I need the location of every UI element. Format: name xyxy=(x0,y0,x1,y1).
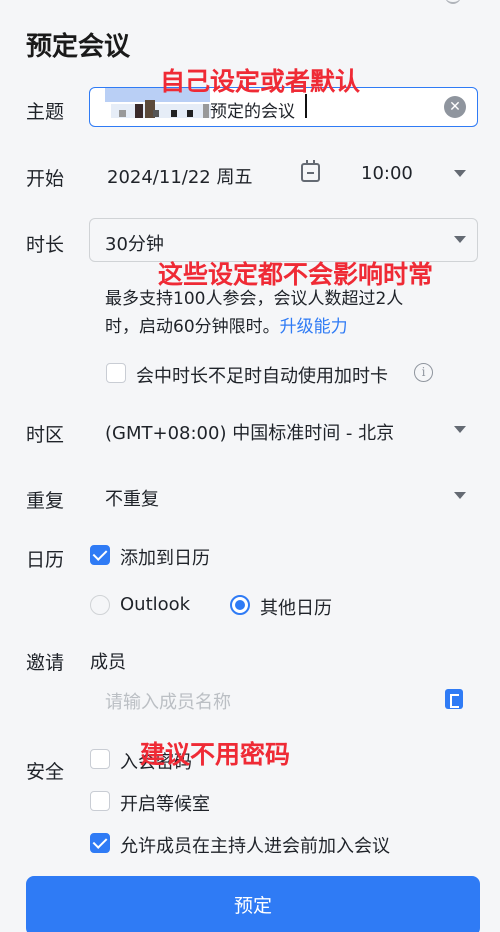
add-to-calendar-label: 添加到日历 xyxy=(120,548,210,569)
waiting-room-checkbox[interactable] xyxy=(90,791,110,811)
subject-value: 预定的会议 xyxy=(210,102,295,122)
start-label: 开始 xyxy=(26,168,65,190)
add-to-calendar-checkbox[interactable] xyxy=(90,545,110,565)
annotation-subject: 自己设定或者默认 xyxy=(160,67,361,96)
members-label: 成员 xyxy=(90,652,126,673)
chevron-down-icon[interactable] xyxy=(454,426,466,433)
member-search-input[interactable]: 请输入成员名称 xyxy=(105,688,231,714)
radio-outlook-label: Outlook xyxy=(120,594,191,615)
duration-note-line2: 时，启动60分钟限时。升级能力 xyxy=(105,313,348,341)
radio-other-calendar-label: 其他日历 xyxy=(260,598,332,619)
clear-icon[interactable]: ✕ xyxy=(444,96,466,118)
duration-note-text: 时，启动60分钟限时。 xyxy=(105,317,280,337)
chevron-down-icon[interactable] xyxy=(454,492,466,499)
annotation-security: 建议不用密码 xyxy=(140,740,291,769)
radio-outlook[interactable] xyxy=(90,595,110,615)
duration-value: 30分钟 xyxy=(105,234,164,255)
window-control-icon[interactable] xyxy=(445,0,461,4)
timezone-label: 时区 xyxy=(26,424,65,446)
waiting-room-label: 开启等候室 xyxy=(120,794,210,815)
join-before-host-checkbox[interactable] xyxy=(90,833,110,853)
invite-label: 邀请 xyxy=(26,652,65,674)
upgrade-link[interactable]: 升级能力 xyxy=(280,317,348,337)
repeat-value[interactable]: 不重复 xyxy=(105,485,159,511)
calendar-label: 日历 xyxy=(26,549,65,571)
page-title: 预定会议 xyxy=(26,32,131,62)
duration-label: 时长 xyxy=(26,234,65,256)
info-icon[interactable]: i xyxy=(414,363,433,382)
start-date[interactable]: 2024/11/22 周五 xyxy=(107,163,252,189)
duration-note-line1: 最多支持100人参会，会议人数超过2人 xyxy=(105,289,404,309)
join-before-host-label: 允许成员在主持人进会前加入会议 xyxy=(120,836,390,857)
contacts-icon[interactable] xyxy=(445,689,463,709)
calendar-icon[interactable] xyxy=(301,160,320,182)
password-checkbox[interactable] xyxy=(90,749,110,769)
subject-label: 主题 xyxy=(26,101,65,123)
chevron-down-icon[interactable] xyxy=(454,170,466,177)
radio-other-calendar[interactable] xyxy=(230,595,250,615)
security-label: 安全 xyxy=(26,761,65,783)
submit-button[interactable]: 预定 xyxy=(26,876,480,932)
timezone-value[interactable]: (GMT+08:00) 中国标准时间 - 北京 xyxy=(105,419,394,445)
addon-label: 会中时长不足时自动使用加时卡 xyxy=(136,366,388,387)
start-time[interactable]: 10:00 xyxy=(361,163,413,184)
chevron-down-icon[interactable] xyxy=(454,236,466,243)
repeat-label: 重复 xyxy=(26,490,65,512)
addon-checkbox[interactable] xyxy=(106,363,126,383)
